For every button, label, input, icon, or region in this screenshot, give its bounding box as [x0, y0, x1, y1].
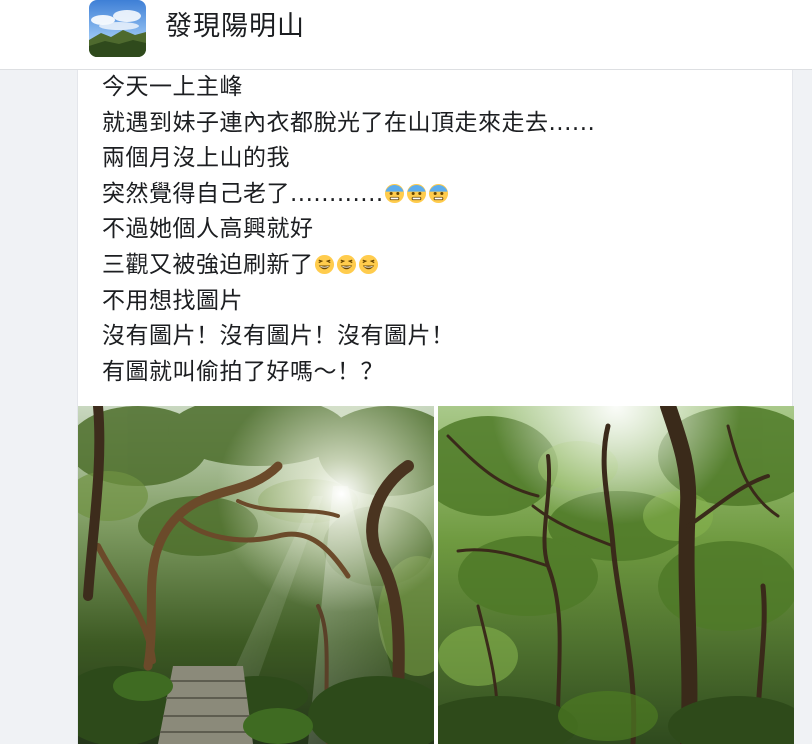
- post-photo-left[interactable]: [78, 406, 434, 744]
- post-line-4: 突然覺得自己老了............: [102, 177, 782, 213]
- page: 發現陽明山 今天一上主峰 就遇到妹子連內衣都脫光了在山頂走來走去...... 兩…: [0, 0, 812, 744]
- laughing-emoji-icon: [336, 254, 356, 275]
- post-line-9: 有圖就叫偷拍了好嗎～！？: [102, 355, 782, 391]
- post-text: 今天一上主峰 就遇到妹子連內衣都脫光了在山頂走來走去...... 兩個月沒上山的…: [102, 70, 782, 390]
- anxious-sweat-emoji-icon: [428, 183, 448, 203]
- post-line-text: 就遇到妹子連內衣都脫光了在山頂走來走去......: [102, 109, 596, 136]
- post-line-text: 三觀又被強迫刷新了: [102, 251, 314, 278]
- post-line-text: 沒有圖片！沒有圖片！沒有圖片！: [102, 323, 455, 350]
- forest-canopy-sunlight-photo-icon: [438, 406, 794, 744]
- forest-stone-path-sunrays-photo-icon: [78, 406, 434, 744]
- post-line-5: 不過她個人高興就好: [102, 212, 782, 248]
- post-line-text: 突然覺得自己老了............: [102, 180, 384, 207]
- post-line-text: 兩個月沒上山的我: [102, 145, 290, 172]
- anxious-sweat-emoji-icon: [384, 183, 404, 203]
- post-line-text: 今天一上主峰: [102, 74, 243, 100]
- post-line-text: 有圖就叫偷拍了好嗎～！？: [102, 358, 384, 385]
- post-photo-right[interactable]: [438, 406, 794, 744]
- post-line-text: 不用想找圖片: [102, 287, 243, 314]
- laughing-emoji-icon: [314, 254, 334, 275]
- page-name[interactable]: 發現陽明山: [165, 10, 305, 44]
- post-card: 今天一上主峰 就遇到妹子連內衣都脫光了在山頂走來走去...... 兩個月沒上山的…: [77, 70, 794, 744]
- post-line-8: 沒有圖片！沒有圖片！沒有圖片！: [102, 319, 782, 355]
- post-photos: [78, 406, 794, 744]
- post-line-6: 三觀又被強迫刷新了: [102, 248, 782, 284]
- mountain-landscape-avatar-icon: [89, 0, 146, 57]
- post-line-7: 不用想找圖片: [102, 284, 782, 320]
- post-line-1: 今天一上主峰: [102, 70, 782, 106]
- post-line-text: 不過她個人高興就好: [102, 216, 314, 243]
- laughing-emoji-icon: [358, 254, 378, 275]
- page-avatar[interactable]: [89, 0, 146, 57]
- post-line-3: 兩個月沒上山的我: [102, 141, 782, 177]
- page-header: 發現陽明山: [0, 0, 812, 70]
- post-line-2: 就遇到妹子連內衣都脫光了在山頂走來走去......: [102, 106, 782, 142]
- anxious-sweat-emoji-icon: [406, 183, 426, 203]
